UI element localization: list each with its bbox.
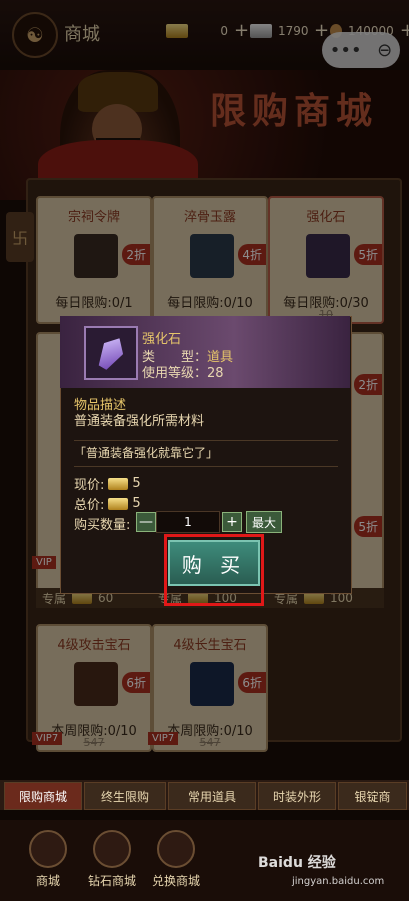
total-price-label: 总价: [74,498,105,513]
current-price-label: 现价: [74,478,105,493]
watermark-url: jingyan.baidu.com [292,876,385,887]
tab-limited-shop[interactable]: 限购商城 [4,782,82,810]
gold-ingot-icon [108,497,129,510]
tab-silver-shop[interactable]: 银锭商 [338,782,407,810]
exchange-icon [157,830,195,868]
total-price-value: 5 [132,496,141,511]
total-price-row: 总价: 5 [74,494,141,513]
watermark: Baidu 经验 [258,855,336,871]
description-text: 普通装备强化所需材料 [74,414,205,429]
nav-label: 商城 [35,874,60,888]
annotation-highlight-box [164,534,264,606]
diamond-icon [93,830,131,868]
enhance-stone-icon [84,326,138,380]
level-value: 28 [207,366,224,381]
divider [74,466,338,467]
level-label: 使用等级： [142,366,208,381]
shop-icon [29,830,67,868]
increase-quantity-button[interactable]: + [222,512,242,532]
item-quote: 「普通装备强化就靠它了」 [74,446,219,460]
tab-lifetime-limited[interactable]: 终生限购 [84,782,166,810]
divider [74,440,338,441]
tab-fashion[interactable]: 时装外形 [258,782,336,810]
tab-common-items[interactable]: 常用道具 [168,782,256,810]
gold-ingot-icon [108,477,129,490]
item-level: 使用等级：28 [142,362,224,381]
nav-diamond-shop[interactable]: 钻石商城 [82,830,142,894]
nav-exchange-shop[interactable]: 兑换商城 [146,830,206,894]
decrease-quantity-button[interactable]: — [136,512,156,532]
nav-shop[interactable]: 商城 [18,830,78,894]
current-price-value: 5 [132,476,141,491]
quantity-input[interactable]: 1 [156,511,220,533]
nav-label: 兑换商城 [151,874,200,888]
max-quantity-button[interactable]: 最大 [246,511,282,533]
nav-label: 钻石商城 [87,874,136,888]
quantity-label: 购买数量: [74,518,131,533]
current-price-row: 现价: 5 [74,474,141,493]
item-name: 强化石 [142,332,182,347]
